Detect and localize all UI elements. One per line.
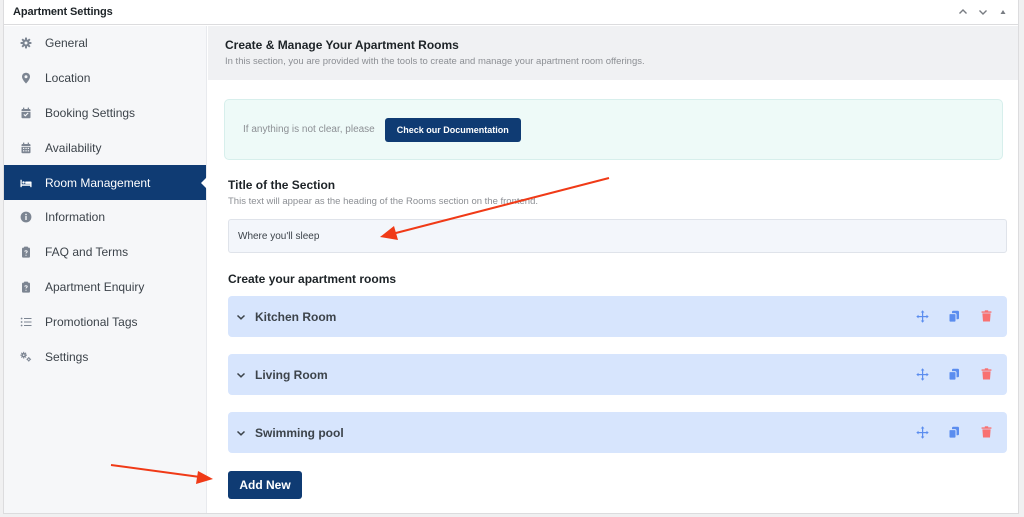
- sidebar-item-information[interactable]: Information: [4, 200, 206, 235]
- sidebar-item-label: Location: [45, 71, 91, 86]
- check-documentation-button[interactable]: Check our Documentation: [384, 117, 521, 142]
- room-item-kitchen-room[interactable]: Kitchen Room: [228, 296, 1007, 337]
- list-icon: [20, 316, 32, 328]
- sidebar-item-apartment-enquiry[interactable]: Apartment Enquiry: [4, 270, 206, 305]
- triangle-up-icon: [1000, 10, 1006, 14]
- gear-icon: [20, 37, 32, 49]
- drag-handle-icon[interactable]: [915, 425, 929, 439]
- map-pin-icon: [20, 72, 32, 84]
- sidebar-item-faq-and-terms[interactable]: FAQ and Terms: [4, 235, 206, 270]
- room-management-content: Create & Manage Your Apartment Rooms In …: [208, 26, 1018, 513]
- section-header: Create & Manage Your Apartment Rooms In …: [208, 26, 1018, 80]
- sidebar-item-promotional-tags[interactable]: Promotional Tags: [4, 304, 206, 339]
- page-subtitle: In this section, you are provided with t…: [225, 56, 645, 67]
- room-item-living-room[interactable]: Living Room: [228, 354, 1007, 395]
- documentation-notice-text: If anything is not clear, please: [243, 124, 375, 135]
- info-circle-icon: [20, 211, 32, 223]
- rooms-list-label: Create your apartment rooms: [228, 272, 397, 286]
- room-actions: [915, 425, 993, 439]
- chevron-down-icon[interactable]: [236, 313, 248, 321]
- section-title-help: This text will appear as the heading of …: [228, 196, 538, 207]
- settings-sidebar: General Location Booking Settings Availa…: [4, 26, 207, 513]
- panel-header-controls: [956, 5, 1010, 19]
- drag-handle-icon[interactable]: [915, 367, 929, 381]
- chevron-down-icon[interactable]: [236, 429, 248, 437]
- panel-header: Apartment Settings: [4, 0, 1018, 25]
- documentation-notice: If anything is not clear, please Check o…: [224, 99, 1003, 160]
- sidebar-item-label: Room Management: [45, 175, 151, 190]
- room-actions: [915, 367, 993, 381]
- add-new-room-button[interactable]: Add New: [228, 471, 302, 499]
- room-name: Living Room: [255, 367, 328, 382]
- room-name: Swimming pool: [255, 425, 344, 440]
- section-title-input[interactable]: [228, 219, 1007, 253]
- chevron-down-icon[interactable]: [236, 371, 248, 379]
- clipboard-question-icon: [20, 246, 32, 258]
- sidebar-item-general[interactable]: General: [4, 26, 206, 61]
- clipboard-question-icon: [20, 281, 32, 293]
- calendar-icon: [20, 142, 32, 154]
- drag-handle-icon[interactable]: [915, 309, 929, 323]
- sidebar-item-room-management[interactable]: Room Management: [4, 165, 207, 200]
- duplicate-icon[interactable]: [947, 309, 961, 323]
- apartment-settings-panel: Apartment Settings General Location Book…: [3, 0, 1019, 514]
- room-actions: [915, 309, 993, 323]
- duplicate-icon[interactable]: [947, 367, 961, 381]
- sidebar-item-settings[interactable]: Settings: [4, 339, 206, 374]
- sidebar-item-availability[interactable]: Availability: [4, 130, 206, 165]
- sidebar-item-label: General: [45, 36, 88, 51]
- section-title-label: Title of the Section: [228, 178, 336, 192]
- duplicate-icon[interactable]: [947, 425, 961, 439]
- delete-icon[interactable]: [979, 425, 993, 439]
- sidebar-item-booking-settings[interactable]: Booking Settings: [4, 96, 206, 131]
- move-up-button[interactable]: [956, 5, 970, 19]
- gears-icon: [20, 351, 32, 363]
- bed-icon: [20, 177, 32, 189]
- sidebar-item-label: Availability: [45, 140, 102, 155]
- delete-icon[interactable]: [979, 367, 993, 381]
- chevron-down-icon: [979, 10, 987, 15]
- sidebar-item-label: Booking Settings: [45, 105, 136, 120]
- sidebar-item-label: Information: [45, 210, 106, 225]
- sidebar-item-label: Promotional Tags: [45, 314, 138, 329]
- sidebar-item-label: Apartment Enquiry: [45, 279, 145, 294]
- sidebar-item-label: FAQ and Terms: [45, 245, 129, 260]
- page-title: Create & Manage Your Apartment Rooms: [225, 38, 459, 52]
- collapse-toggle-button[interactable]: [996, 5, 1010, 19]
- move-down-button[interactable]: [976, 5, 990, 19]
- sidebar-item-location[interactable]: Location: [4, 61, 206, 96]
- calendar-check-icon: [20, 107, 32, 119]
- panel-title: Apartment Settings: [13, 6, 113, 18]
- room-item-swimming-pool[interactable]: Swimming pool: [228, 412, 1007, 453]
- room-name: Kitchen Room: [255, 309, 337, 324]
- chevron-up-icon: [959, 9, 967, 14]
- sidebar-item-label: Settings: [45, 349, 89, 364]
- delete-icon[interactable]: [979, 309, 993, 323]
